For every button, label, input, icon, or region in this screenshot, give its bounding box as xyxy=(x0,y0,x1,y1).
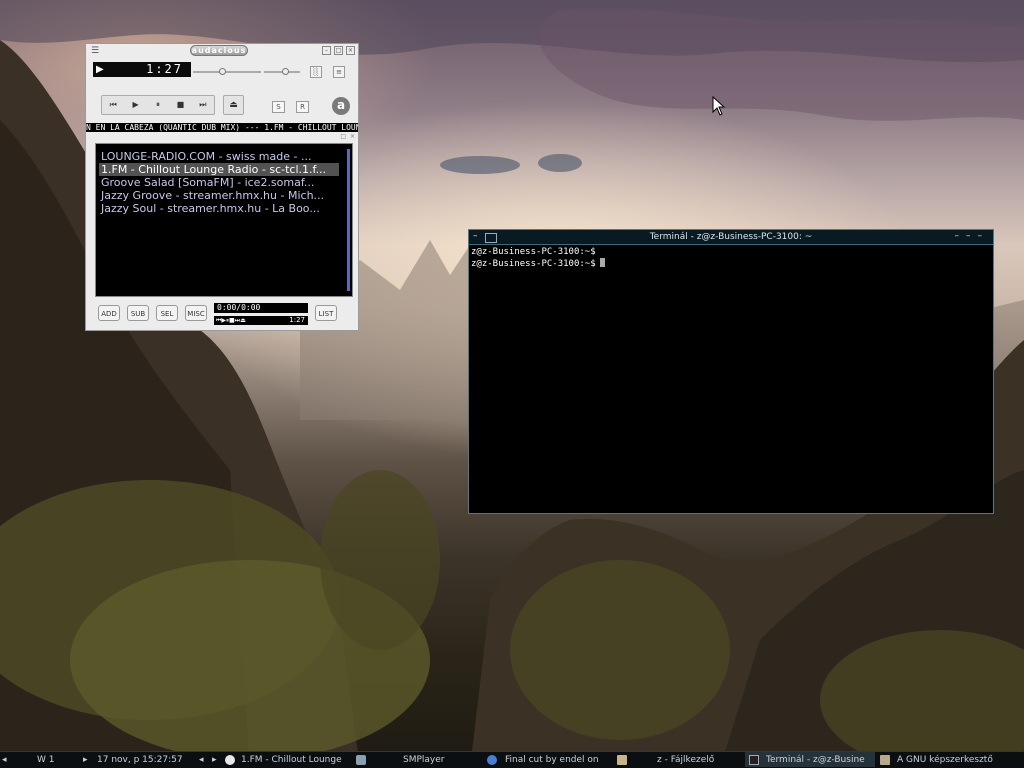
taskbar-item-gimp[interactable]: A GNU képszerkesztő xyxy=(897,752,993,768)
audacious-a-icon[interactable]: a xyxy=(332,97,350,115)
gimp-icon xyxy=(880,755,890,765)
playlist-item[interactable]: Jazzy Groove - streamer.hmx.hu - Mich... xyxy=(99,189,339,202)
mini-time: 1:27 xyxy=(289,316,305,324)
stop-button[interactable]: ■ xyxy=(169,96,191,114)
clock[interactable]: 17 nov, p 15:27:57 xyxy=(97,752,183,768)
window-controls[interactable]: ––– xyxy=(955,230,990,243)
terminal-window[interactable]: – Terminál - z@z-Business-PC-3100: ~ –––… xyxy=(468,229,994,514)
audacious-logo: audacious xyxy=(190,45,248,56)
sub-button[interactable]: SUB xyxy=(127,305,149,321)
eject-button[interactable]: ⏏ xyxy=(223,95,244,115)
mini-controls[interactable]: ⏮▶⏸■⏭⏏ xyxy=(216,317,246,324)
taskbar-item-audacious[interactable]: 1.FM - Chillout Lounge xyxy=(241,752,342,768)
workspace-indicator[interactable]: W 1 xyxy=(37,752,55,768)
taskbar-prev-icon[interactable]: ◂ xyxy=(199,752,204,768)
terminal-output[interactable]: z@z-Business-PC-3100:~$ z@z-Business-PC-… xyxy=(471,247,605,270)
taskbar-arrow-icon[interactable]: ▸ xyxy=(83,752,88,768)
terminal-title: Terminál - z@z-Business-PC-3100: ~ xyxy=(649,232,813,242)
hamburger-icon[interactable]: ☰ xyxy=(91,46,99,56)
add-button[interactable]: ADD xyxy=(98,305,120,321)
playlist-header: □ × xyxy=(86,133,358,141)
playlist[interactable]: LOUNGE-RADIO.COM - swiss made - ... 1.FM… xyxy=(95,143,353,297)
taskbar-next-icon[interactable]: ▸ xyxy=(212,752,217,768)
browser-icon xyxy=(487,755,497,765)
previous-button[interactable]: ⏮ xyxy=(102,96,124,114)
terminal-line: z@z-Business-PC-3100:~$ xyxy=(471,247,596,257)
close-icon[interactable]: × xyxy=(346,46,355,55)
seek-slider[interactable] xyxy=(193,71,261,73)
equalizer-icon[interactable]: ░ xyxy=(310,66,322,78)
minimize-icon[interactable]: – xyxy=(322,46,331,55)
transport-controls: ⏮ ▶ ⏸ ■ ⏭ xyxy=(101,95,215,115)
smplayer-icon xyxy=(356,755,366,765)
sel-button[interactable]: SEL xyxy=(156,305,178,321)
maximize-icon[interactable]: □ xyxy=(334,46,343,55)
playlist-toggle-icon[interactable]: ≡ xyxy=(333,66,345,78)
playlist-scrollbar[interactable] xyxy=(347,149,350,291)
repeat-button[interactable]: R xyxy=(296,101,309,113)
time-display[interactable]: ▶ 1:27 xyxy=(93,62,191,77)
play-button[interactable]: ▶ xyxy=(124,96,146,114)
misc-button[interactable]: MISC xyxy=(185,305,207,321)
terminal-prompt-line: z@z-Business-PC-3100:~$ xyxy=(471,258,605,270)
taskbar-item-terminal[interactable]: Terminál - z@z-Busine xyxy=(766,752,865,768)
playlist-time: 0:00/0:00 xyxy=(214,303,308,313)
shuffle-button[interactable]: S xyxy=(272,101,285,113)
playlist-item[interactable]: Groove Salad [SomaFM] - ice2.somaf... xyxy=(99,176,339,189)
next-button[interactable]: ⏭ xyxy=(192,96,214,114)
mini-transport[interactable]: ⏮▶⏸■⏭⏏ 1:27 xyxy=(214,316,308,325)
list-button[interactable]: LIST xyxy=(315,305,337,321)
terminal-titlebar[interactable]: – Terminál - z@z-Business-PC-3100: ~ ––– xyxy=(469,230,993,245)
taskbar-item-smplayer[interactable]: SMPlayer xyxy=(403,752,444,768)
taskbar-item-filemanager[interactable]: z - Fájlkezelő xyxy=(657,752,714,768)
pause-button[interactable]: ⏸ xyxy=(147,96,169,114)
playlist-shade-icon[interactable]: □ xyxy=(340,133,346,141)
taskbar-item-browser[interactable]: Final cut by endel on xyxy=(505,752,599,768)
taskbar-left-arrow-icon[interactable]: ◂ xyxy=(2,752,7,768)
play-indicator-icon: ▶ xyxy=(96,64,104,75)
folder-icon xyxy=(617,755,627,765)
audacious-icon xyxy=(225,755,235,765)
volume-knob[interactable] xyxy=(282,68,289,75)
seek-knob[interactable] xyxy=(219,68,226,75)
terminal-icon xyxy=(749,755,759,765)
playlist-close-icon[interactable]: × xyxy=(350,133,355,141)
mouse-pointer-icon xyxy=(712,96,726,116)
elapsed-time: 1:27 xyxy=(146,62,183,76)
audacious-titlebar[interactable]: ☰ audacious – □ × xyxy=(86,44,358,58)
text-cursor xyxy=(599,258,605,267)
playlist-item[interactable]: Jazzy Soul - streamer.hmx.hu - La Boo... xyxy=(99,202,339,215)
song-marquee: N EN LA CABEZA (QUANTIC DUB MIX) --- 1.F… xyxy=(86,123,358,132)
playlist-item[interactable]: LOUNGE-RADIO.COM - swiss made - ... xyxy=(99,150,339,163)
taskbar: ◂ W 1 ▸ 17 nov, p 15:27:57 ◂ ▸ 1.FM - Ch… xyxy=(0,751,1024,768)
playlist-item-selected[interactable]: 1.FM - Chillout Lounge Radio - sc-tcl.1.… xyxy=(99,163,339,176)
audacious-window[interactable]: ☰ audacious – □ × ▶ 1:27 ░ ≡ ⏮ ▶ ⏸ ■ ⏭ ⏏… xyxy=(85,43,359,331)
